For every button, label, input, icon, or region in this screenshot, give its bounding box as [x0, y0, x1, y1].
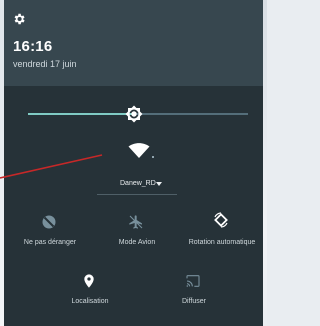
tile-airplane-mode[interactable]: Mode Avion [101, 214, 173, 262]
tile-do-not-disturb[interactable]: Ne pas déranger [14, 214, 86, 262]
wifi-activity-dot [152, 156, 154, 158]
gear-icon[interactable] [12, 12, 26, 26]
location-pin-icon [81, 273, 97, 289]
brightness-track-filled [28, 113, 134, 115]
tile-label: Localisation [71, 298, 109, 305]
tile-label: Rotation automatique [188, 239, 256, 246]
brightness-icon[interactable] [125, 105, 143, 123]
cast-icon [185, 273, 201, 289]
brightness-track[interactable] [134, 113, 248, 115]
rotation-icon [213, 212, 229, 228]
quick-settings-panel: 16:16 vendredi 17 juin Danew_RD Ne pas d… [4, 0, 263, 326]
chevron-down-icon[interactable] [156, 182, 162, 186]
network-selector[interactable]: Danew_RD [97, 172, 177, 196]
status-header: 16:16 vendredi 17 juin [4, 0, 263, 86]
tile-cast[interactable]: Diffuser [158, 273, 230, 321]
tile-auto-rotate[interactable]: Rotation automatique [186, 212, 258, 260]
divider [97, 194, 177, 195]
network-name: Danew_RD [120, 180, 156, 187]
clock-time[interactable]: 16:16 [13, 38, 52, 55]
date-label[interactable]: vendredi 17 juin [13, 59, 77, 69]
tile-location[interactable]: Localisation [54, 273, 126, 321]
airplane-icon [128, 214, 144, 230]
brightness-slider[interactable] [28, 104, 248, 124]
do-not-disturb-icon [41, 214, 57, 230]
wifi-icon[interactable] [128, 143, 150, 159]
tile-label: Diffuser [182, 298, 206, 305]
tile-label: Mode Avion [118, 239, 156, 246]
tile-label: Ne pas déranger [23, 239, 77, 246]
